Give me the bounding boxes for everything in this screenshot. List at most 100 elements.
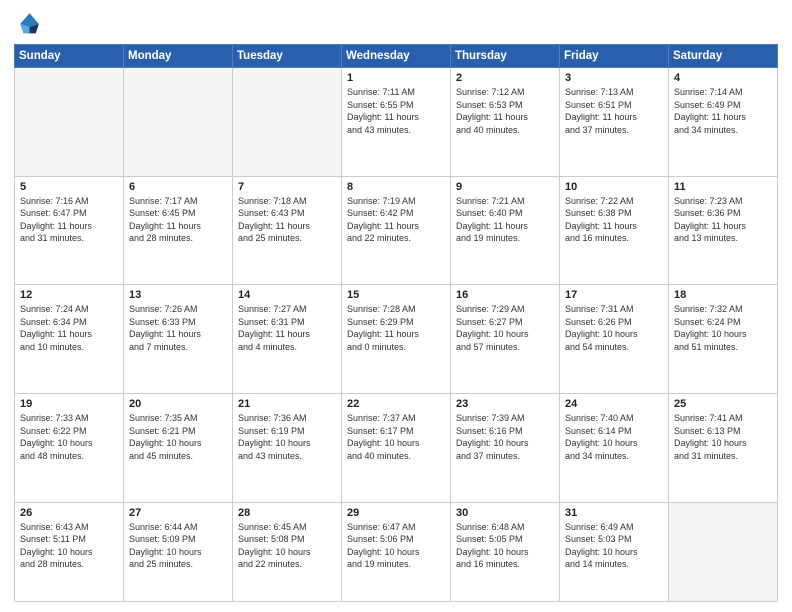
calendar-cell [15,68,124,177]
calendar-cell: 17 Sunrise: 7:31 AM Sunset: 6:26 PM Dayli… [560,285,669,394]
logo [14,10,46,38]
day-number: 13 [129,289,227,301]
calendar-cell: 14 Sunrise: 7:27 AM Sunset: 6:31 PM Dayli… [233,285,342,394]
calendar-cell: 12Sunrise: 7:24 AM Sunset: 6:34 PM Dayli… [15,285,124,394]
calendar-cell: 4 Sunrise: 7:14 AM Sunset: 6:49 PM Daylig… [669,68,778,177]
day-info: Sunrise: 7:22 AM Sunset: 6:38 PM Dayligh… [565,195,663,245]
calendar-cell: 23 Sunrise: 7:39 AM Sunset: 6:16 PM Dayli… [451,393,560,502]
calendar-cell: 28 Sunrise: 6:45 AM Sunset: 5:08 PM Dayli… [233,502,342,601]
day-number: 21 [238,398,336,410]
weekday-header-monday: Monday [124,45,233,68]
day-info: Sunrise: 7:18 AM Sunset: 6:43 PM Dayligh… [238,195,336,245]
day-info: Sunrise: 6:43 AM Sunset: 5:11 PM Dayligh… [20,521,118,571]
weekday-header-friday: Friday [560,45,669,68]
calendar-cell: 8Sunrise: 7:19 AM Sunset: 6:42 PM Daylig… [342,176,451,285]
day-info: Sunrise: 7:11 AM Sunset: 6:55 PM Dayligh… [347,86,445,136]
calendar-cell: 19 Sunrise: 7:33 AM Sunset: 6:22 PM Dayli… [15,393,124,502]
day-number: 20 [129,398,227,410]
weekday-header-sunday: Sunday [15,45,124,68]
calendar-cell: 10Sunrise: 7:22 AM Sunset: 6:38 PM Dayli… [560,176,669,285]
weekday-header-wednesday: Wednesday [342,45,451,68]
calendar-cell: 1 Sunrise: 7:11 AM Sunset: 6:55 PM Daylig… [342,68,451,177]
calendar-week-5: 26 Sunrise: 6:43 AM Sunset: 5:11 PM Dayli… [15,502,778,601]
day-info: Sunrise: 6:44 AM Sunset: 5:09 PM Dayligh… [129,521,227,571]
day-number: 3 [565,72,663,84]
day-number: 4 [674,72,772,84]
day-number: 27 [129,507,227,519]
day-info: Sunrise: 6:45 AM Sunset: 5:08 PM Dayligh… [238,521,336,571]
day-info: Sunrise: 7:14 AM Sunset: 6:49 PM Dayligh… [674,86,772,136]
calendar-cell: 20 Sunrise: 7:35 AM Sunset: 6:21 PM Dayli… [124,393,233,502]
calendar-week-3: 12Sunrise: 7:24 AM Sunset: 6:34 PM Dayli… [15,285,778,394]
calendar-cell: 31 Sunrise: 6:49 AM Sunset: 5:03 PM Dayli… [560,502,669,601]
day-info: Sunrise: 7:23 AM Sunset: 6:36 PM Dayligh… [674,195,772,245]
calendar-cell: 15Sunrise: 7:28 AM Sunset: 6:29 PM Dayli… [342,285,451,394]
weekday-header-tuesday: Tuesday [233,45,342,68]
weekday-header-row: SundayMondayTuesdayWednesdayThursdayFrid… [15,45,778,68]
day-number: 30 [456,507,554,519]
day-number: 18 [674,289,772,301]
calendar-cell [124,68,233,177]
day-info: Sunrise: 6:49 AM Sunset: 5:03 PM Dayligh… [565,521,663,571]
day-info: Sunrise: 7:24 AM Sunset: 6:34 PM Dayligh… [20,303,118,353]
day-number: 17 [565,289,663,301]
calendar-cell: 25Sunrise: 7:41 AM Sunset: 6:13 PM Dayli… [669,393,778,502]
calendar-cell [669,502,778,601]
day-info: Sunrise: 7:12 AM Sunset: 6:53 PM Dayligh… [456,86,554,136]
day-info: Sunrise: 7:19 AM Sunset: 6:42 PM Dayligh… [347,195,445,245]
day-number: 7 [238,181,336,193]
day-info: Sunrise: 7:29 AM Sunset: 6:27 PM Dayligh… [456,303,554,353]
day-info: Sunrise: 7:16 AM Sunset: 6:47 PM Dayligh… [20,195,118,245]
day-info: Sunrise: 7:39 AM Sunset: 6:16 PM Dayligh… [456,412,554,462]
day-info: Sunrise: 7:37 AM Sunset: 6:17 PM Dayligh… [347,412,445,462]
day-number: 19 [20,398,118,410]
calendar-cell: 18 Sunrise: 7:32 AM Sunset: 6:24 PM Dayli… [669,285,778,394]
calendar-cell: 27 Sunrise: 6:44 AM Sunset: 5:09 PM Dayli… [124,502,233,601]
day-number: 2 [456,72,554,84]
day-number: 26 [20,507,118,519]
calendar-week-4: 19 Sunrise: 7:33 AM Sunset: 6:22 PM Dayli… [15,393,778,502]
day-info: Sunrise: 7:26 AM Sunset: 6:33 PM Dayligh… [129,303,227,353]
day-info: Sunrise: 7:13 AM Sunset: 6:51 PM Dayligh… [565,86,663,136]
day-number: 1 [347,72,445,84]
day-number: 6 [129,181,227,193]
day-number: 16 [456,289,554,301]
calendar-cell: 13 Sunrise: 7:26 AM Sunset: 6:33 PM Dayli… [124,285,233,394]
day-info: Sunrise: 7:32 AM Sunset: 6:24 PM Dayligh… [674,303,772,353]
day-info: Sunrise: 7:17 AM Sunset: 6:45 PM Dayligh… [129,195,227,245]
day-number: 14 [238,289,336,301]
day-info: Sunrise: 7:21 AM Sunset: 6:40 PM Dayligh… [456,195,554,245]
day-info: Sunrise: 7:31 AM Sunset: 6:26 PM Dayligh… [565,303,663,353]
calendar-cell: 30 Sunrise: 6:48 AM Sunset: 5:05 PM Dayli… [451,502,560,601]
calendar-cell: 22Sunrise: 7:37 AM Sunset: 6:17 PM Dayli… [342,393,451,502]
day-number: 15 [347,289,445,301]
day-number: 29 [347,507,445,519]
day-info: Sunrise: 6:47 AM Sunset: 5:06 PM Dayligh… [347,521,445,571]
calendar-cell: 11 Sunrise: 7:23 AM Sunset: 6:36 PM Dayli… [669,176,778,285]
calendar-cell: 3 Sunrise: 7:13 AM Sunset: 6:51 PM Daylig… [560,68,669,177]
day-info: Sunrise: 7:35 AM Sunset: 6:21 PM Dayligh… [129,412,227,462]
day-number: 31 [565,507,663,519]
calendar-cell [233,68,342,177]
day-number: 23 [456,398,554,410]
calendar-cell: 5Sunrise: 7:16 AM Sunset: 6:47 PM Daylig… [15,176,124,285]
day-number: 11 [674,181,772,193]
calendar-cell: 6 Sunrise: 7:17 AM Sunset: 6:45 PM Daylig… [124,176,233,285]
calendar-cell: 26 Sunrise: 6:43 AM Sunset: 5:11 PM Dayli… [15,502,124,601]
calendar-cell: 9 Sunrise: 7:21 AM Sunset: 6:40 PM Daylig… [451,176,560,285]
day-info: Sunrise: 7:36 AM Sunset: 6:19 PM Dayligh… [238,412,336,462]
calendar-table: SundayMondayTuesdayWednesdayThursdayFrid… [14,44,778,602]
calendar-cell: 2 Sunrise: 7:12 AM Sunset: 6:53 PM Daylig… [451,68,560,177]
calendar-cell: 24Sunrise: 7:40 AM Sunset: 6:14 PM Dayli… [560,393,669,502]
day-number: 24 [565,398,663,410]
day-number: 28 [238,507,336,519]
header [14,10,778,38]
day-info: Sunrise: 7:33 AM Sunset: 6:22 PM Dayligh… [20,412,118,462]
day-info: Sunrise: 7:27 AM Sunset: 6:31 PM Dayligh… [238,303,336,353]
day-number: 9 [456,181,554,193]
calendar-week-1: 1 Sunrise: 7:11 AM Sunset: 6:55 PM Daylig… [15,68,778,177]
day-info: Sunrise: 7:41 AM Sunset: 6:13 PM Dayligh… [674,412,772,462]
calendar-cell: 21 Sunrise: 7:36 AM Sunset: 6:19 PM Dayli… [233,393,342,502]
calendar-cell: 7 Sunrise: 7:18 AM Sunset: 6:43 PM Daylig… [233,176,342,285]
day-info: Sunrise: 6:48 AM Sunset: 5:05 PM Dayligh… [456,521,554,571]
